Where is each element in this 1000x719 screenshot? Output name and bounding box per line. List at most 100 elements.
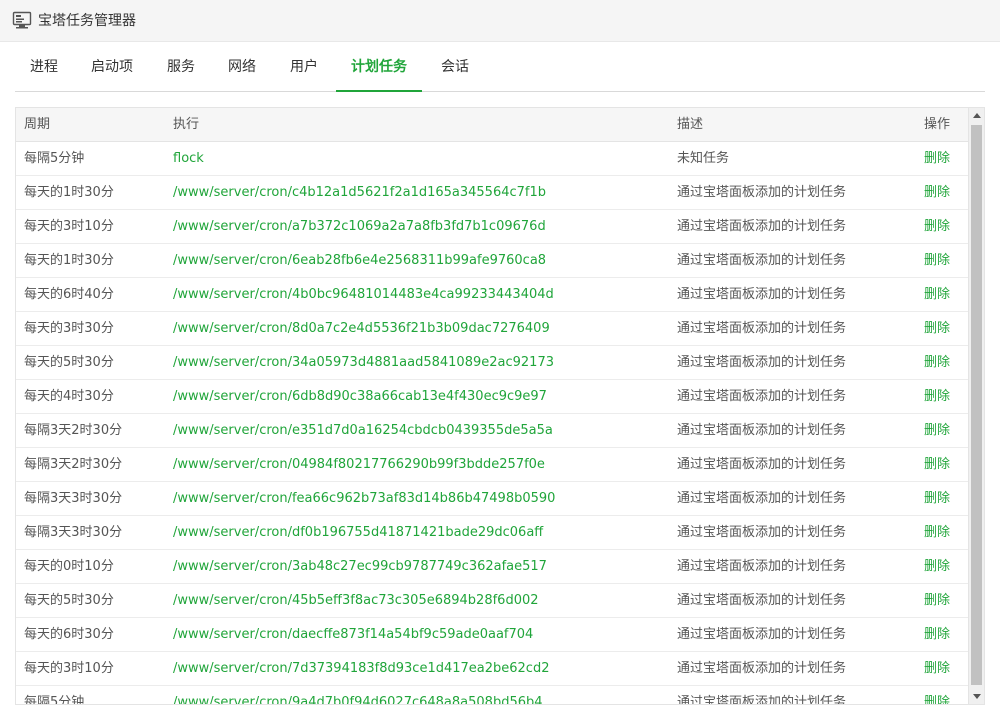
table-row[interactable]: 每天的4时30分/www/server/cron/6db8d90c38a66ca… (16, 380, 969, 414)
row-description: 通过宝塔面板添加的计划任务 (677, 185, 847, 200)
row-exec-command[interactable]: /www/server/cron/6db8d90c38a66cab13e4f43… (173, 380, 668, 414)
row-period: 每天的6时30分 (24, 627, 114, 642)
delete-button[interactable]: 删除 (924, 516, 964, 550)
row-description: 通过宝塔面板添加的计划任务 (677, 321, 847, 336)
arrow-down-icon (973, 694, 981, 699)
delete-button[interactable]: 删除 (924, 618, 964, 652)
row-description: 通过宝塔面板添加的计划任务 (677, 355, 847, 370)
arrow-up-icon (973, 113, 981, 118)
delete-button[interactable]: 删除 (924, 686, 964, 704)
tab-services[interactable]: 服务 (165, 42, 197, 92)
row-exec-command[interactable]: /www/server/cron/daecffe873f14a54bf9c59a… (173, 618, 668, 652)
tab-startup[interactable]: 启动项 (88, 42, 136, 92)
row-exec-command[interactable]: /www/server/cron/fea66c962b73af83d14b86b… (173, 482, 668, 516)
table-row[interactable]: 每天的1时30分/www/server/cron/c4b12a1d5621f2a… (16, 176, 969, 210)
monitor-icon (12, 11, 32, 29)
row-description: 通过宝塔面板添加的计划任务 (677, 593, 847, 608)
row-exec-command[interactable]: /www/server/cron/6eab28fb6e4e2568311b99a… (173, 244, 668, 278)
row-period: 每隔3天2时30分 (24, 457, 123, 472)
table-row[interactable]: 每天的0时10分/www/server/cron/3ab48c27ec99cb9… (16, 550, 969, 584)
row-period: 每天的1时30分 (24, 185, 114, 200)
column-header-exec[interactable]: 执行 (173, 108, 668, 142)
delete-button[interactable]: 删除 (924, 176, 964, 210)
row-description: 通过宝塔面板添加的计划任务 (677, 219, 847, 234)
table-row[interactable]: 每隔3天3时30分/www/server/cron/fea66c962b73af… (16, 482, 969, 516)
delete-button[interactable]: 删除 (924, 448, 964, 482)
row-period: 每天的3时10分 (24, 661, 114, 676)
row-description: 通过宝塔面板添加的计划任务 (677, 253, 847, 268)
table-body[interactable]: 每隔5分钟 flock 未知任务 删除 每天的1时30分/www/server/cron… (16, 142, 969, 705)
table-row[interactable]: 每隔5分钟 flock 未知任务 删除 (16, 142, 969, 176)
table-row[interactable]: 每天的6时40分/www/server/cron/4b0bc9648101448… (16, 278, 969, 312)
row-description: 通过宝塔面板添加的计划任务 (677, 627, 847, 642)
delete-button[interactable]: 删除 (924, 550, 964, 584)
table-row[interactable]: 每隔3天2时30分/www/server/cron/e351d7d0a16254… (16, 414, 969, 448)
scroll-down-button[interactable] (969, 688, 984, 704)
window-title: 宝塔任务管理器 (38, 13, 136, 29)
vertical-scrollbar[interactable] (968, 108, 984, 704)
tab-processes[interactable]: 进程 (28, 42, 60, 92)
column-header-desc[interactable]: 描述 (677, 108, 917, 142)
row-exec-command[interactable]: /www/server/cron/df0b196755d41871421bade… (173, 516, 668, 550)
delete-button[interactable]: 删除 (924, 142, 964, 176)
tab-scheduled-tasks[interactable]: 计划任务 (336, 42, 422, 92)
row-description: 通过宝塔面板添加的计划任务 (677, 389, 847, 404)
row-exec-command[interactable]: /www/server/cron/8d0a7c2e4d5536f21b3b09d… (173, 312, 668, 346)
row-period: 每天的6时40分 (24, 287, 114, 302)
row-period: 每天的0时10分 (24, 559, 114, 574)
row-exec-command[interactable]: /www/server/cron/3ab48c27ec99cb9787749c3… (173, 550, 668, 584)
row-description: 通过宝塔面板添加的计划任务 (677, 559, 847, 574)
row-exec-command[interactable]: /www/server/cron/a7b372c1069a2a7a8fb3fd7… (173, 210, 668, 244)
delete-button[interactable]: 删除 (924, 278, 964, 312)
row-period: 每隔5分钟 (24, 151, 85, 166)
table-header: 周期 执行 描述 操作 (16, 108, 969, 142)
row-exec-command[interactable]: /www/server/cron/45b5eff3f8ac73c305e6894… (173, 584, 668, 618)
row-exec-command[interactable]: /www/server/cron/e351d7d0a16254cbdcb0439… (173, 414, 668, 448)
row-description: 通过宝塔面板添加的计划任务 (677, 423, 847, 438)
tab-sessions[interactable]: 会话 (439, 42, 471, 92)
delete-button[interactable]: 删除 (924, 346, 964, 380)
row-period: 每天的3时10分 (24, 219, 114, 234)
column-header-period[interactable]: 周期 (24, 108, 169, 142)
row-description: 未知任务 (677, 151, 730, 166)
row-description: 通过宝塔面板添加的计划任务 (677, 457, 847, 472)
row-description: 通过宝塔面板添加的计划任务 (677, 661, 847, 676)
scheduled-tasks-table: 周期 执行 描述 操作 每隔5分钟 flock 未知任务 删除 每天的1时30分/www… (15, 107, 985, 705)
delete-button[interactable]: 删除 (924, 584, 964, 618)
tab-users[interactable]: 用户 (288, 42, 320, 92)
delete-button[interactable]: 删除 (924, 244, 964, 278)
table-row[interactable]: 每天的1时30分/www/server/cron/6eab28fb6e4e256… (16, 244, 969, 278)
row-exec-command[interactable]: /www/server/cron/9a4d7b0f94d6027c648a8a5… (173, 686, 668, 704)
row-exec-command[interactable]: /www/server/cron/4b0bc96481014483e4ca992… (173, 278, 668, 312)
table-row[interactable]: 每天的3时30分/www/server/cron/8d0a7c2e4d5536f… (16, 312, 969, 346)
row-exec-command[interactable]: /www/server/cron/34a05973d4881aad5841089… (173, 346, 668, 380)
scrollbar-thumb[interactable] (971, 125, 982, 685)
delete-button[interactable]: 删除 (924, 210, 964, 244)
delete-button[interactable]: 删除 (924, 482, 964, 516)
table-row[interactable]: 每天的3时10分/www/server/cron/7d37394183f8d93… (16, 652, 969, 686)
row-period: 每天的1时30分 (24, 253, 114, 268)
row-period: 每天的5时30分 (24, 355, 114, 370)
tab-network[interactable]: 网络 (226, 42, 258, 92)
row-period: 每天的3时30分 (24, 321, 114, 336)
table-row[interactable]: 每隔3天2时30分/www/server/cron/04984f80217766… (16, 448, 969, 482)
delete-button[interactable]: 删除 (924, 652, 964, 686)
row-description: 通过宝塔面板添加的计划任务 (677, 695, 847, 705)
title-bar: 宝塔任务管理器 (0, 0, 1000, 42)
delete-button[interactable]: 删除 (924, 312, 964, 346)
delete-button[interactable]: 删除 (924, 414, 964, 448)
row-exec-command[interactable]: /www/server/cron/04984f80217766290b99f3b… (173, 448, 668, 482)
table-row[interactable]: 每隔3天3时30分/www/server/cron/df0b196755d418… (16, 516, 969, 550)
row-description: 通过宝塔面板添加的计划任务 (677, 287, 847, 302)
scroll-up-button[interactable] (969, 108, 984, 124)
row-exec-command[interactable]: /www/server/cron/c4b12a1d5621f2a1d165a34… (173, 176, 668, 210)
table-row[interactable]: 每天的5时30分/www/server/cron/45b5eff3f8ac73c… (16, 584, 969, 618)
table-row[interactable]: 每天的3时10分/www/server/cron/a7b372c1069a2a7… (16, 210, 969, 244)
table-row[interactable]: 每隔5分钟/www/server/cron/9a4d7b0f94d6027c64… (16, 686, 969, 705)
row-exec-command[interactable]: /www/server/cron/7d37394183f8d93ce1d417e… (173, 652, 668, 686)
row-period: 每隔3天3时30分 (24, 491, 123, 506)
delete-button[interactable]: 删除 (924, 380, 964, 414)
row-exec-command[interactable]: flock (173, 142, 668, 176)
table-row[interactable]: 每天的6时30分/www/server/cron/daecffe873f14a5… (16, 618, 969, 652)
table-row[interactable]: 每天的5时30分/www/server/cron/34a05973d4881aa… (16, 346, 969, 380)
